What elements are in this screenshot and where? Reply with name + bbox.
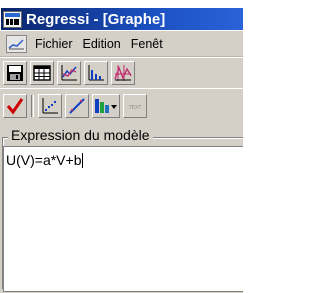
save-disk-icon[interactable] <box>3 61 27 85</box>
linear-fit-icon[interactable] <box>65 93 89 118</box>
title-bar[interactable]: Regressi - [Graphe] <box>1 8 243 30</box>
model-expression-input[interactable]: U(V)=a*V+b <box>3 146 243 292</box>
toolbar-separator <box>31 94 34 117</box>
graph-curves-icon[interactable] <box>57 61 81 85</box>
table-grid-icon[interactable] <box>30 61 54 85</box>
menu-fichier[interactable]: Fichier <box>35 37 73 51</box>
validate-checkmark-icon[interactable] <box>3 93 27 118</box>
menu-bar: Fichier Edition Fenêt <box>0 31 243 57</box>
model-expression-panel: Expression du modèle U(V)=a*V+b <box>0 122 243 293</box>
histogram-icon[interactable] <box>84 61 108 85</box>
menu-fenetre[interactable]: Fenêt <box>131 37 163 51</box>
group-box-title: Expression du modèle <box>8 127 153 143</box>
model-expression-text: U(V)=a*V+b <box>6 152 82 168</box>
svg-text:TEXT: TEXT <box>128 105 143 111</box>
menu-edition[interactable]: Edition <box>83 37 121 51</box>
frequency-plot-icon[interactable] <box>111 61 135 85</box>
text-label-icon[interactable]: TEXT <box>123 93 147 118</box>
scatter-points-icon[interactable] <box>38 93 62 118</box>
model-toolbar: TEXT <box>0 88 243 123</box>
document-system-menu-icon[interactable] <box>6 34 27 53</box>
text-caret <box>82 153 84 168</box>
color-chart-dropdown-icon[interactable] <box>92 93 120 118</box>
regressi-app-icon[interactable] <box>3 10 22 28</box>
main-toolbar <box>0 57 243 89</box>
regressi-window: Regressi - [Graphe] Fichier Edition Fenê… <box>0 0 243 293</box>
window-title: Regressi - [Graphe] <box>26 10 166 28</box>
